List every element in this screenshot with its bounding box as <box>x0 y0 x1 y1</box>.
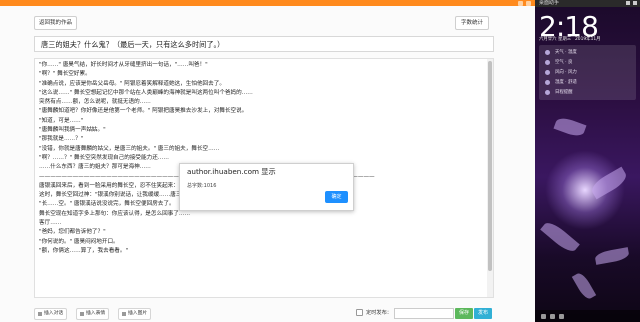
widget-info-line: 空气 · 良 <box>555 60 573 65</box>
widget-bottom-bar <box>535 310 640 322</box>
alert-dialog: author.ihuaben.com 显示 总字数:1016 确定 <box>179 163 354 211</box>
content-scrollbar[interactable] <box>487 59 493 297</box>
wallpaper-petal <box>571 270 597 302</box>
wallpaper-glow <box>545 150 625 230</box>
widget-info-line: 日程提醒 <box>555 90 573 95</box>
insert-dialogue-label: 插入对话 <box>44 311 64 316</box>
insert-image-button[interactable]: 插入图片 <box>118 308 152 320</box>
insert-image-label: 插入图片 <box>128 311 148 316</box>
window-icons <box>518 0 531 6</box>
insert-emoji-button[interactable]: 插入表情 <box>76 308 110 320</box>
insert-dialogue-button[interactable]: 插入对话 <box>34 308 68 320</box>
widget-info-line: 风向 · 风力 <box>555 70 577 75</box>
widget-minimize-icon[interactable] <box>626 1 630 5</box>
emoji-icon <box>80 312 84 316</box>
word-count-button[interactable]: 字数统计 <box>455 16 490 30</box>
content-line: 舞长空现在知道字多上那句：你应该认得，是怎么回事了…… <box>39 210 191 217</box>
insert-emoji-label: 插入表情 <box>86 311 106 316</box>
content-line: 突然有点……额，怎么说呢，就挺无语的…… <box>39 99 151 106</box>
schedule-checkbox[interactable] <box>356 309 363 316</box>
widget-date-right: 2019年11月 <box>575 37 601 42</box>
calendar-icon <box>545 90 550 95</box>
widget-info-panel: 天气 · 温度 空气 · 良 风向 · 风力 湿度 · 舒适 日程提醒 <box>539 45 636 100</box>
widget-menu-icon[interactable] <box>559 313 564 319</box>
widget-settings-icon[interactable] <box>541 313 546 319</box>
content-lines: "你……" 唐昊气结，好长时间才从牙缝里挤出一句话，"……叫爸！" "啊？" 舞… <box>39 61 485 256</box>
widget-info-line: 湿度 · 舒适 <box>555 80 577 85</box>
schedule-time-input[interactable] <box>394 308 454 319</box>
publish-button[interactable]: 发布 <box>474 308 493 319</box>
humidity-icon <box>545 80 550 85</box>
desktop-widget-panel: 桌面助手 2:18 六月廿六 星期三 2019年11月 天气 · 温度 空气 ·… <box>535 0 640 322</box>
wallpaper-petal <box>594 247 630 265</box>
alert-title: author.ihuaben.com 显示 <box>187 167 276 176</box>
chapter-title-input[interactable]: 唐三的姐夫？什么鬼？（最后一天，只有这么多时间了。） <box>34 36 494 52</box>
schedule-publish: 定时发布： <box>356 309 392 316</box>
content-line: "你何说的。" 唐昊闷闷地开口。 <box>39 238 119 245</box>
back-to-works-button[interactable]: 返回我的作品 <box>34 16 78 30</box>
content-line: "爸妈，您们都告诉他了？" <box>39 229 106 236</box>
widget-titlebar: 桌面助手 <box>535 0 640 7</box>
widget-title: 桌面助手 <box>539 0 560 6</box>
content-line: "知道，可是……" <box>39 117 84 124</box>
top-accent-bar <box>0 0 535 6</box>
air-icon <box>545 60 550 65</box>
content-line: 客厅…… <box>39 220 62 227</box>
image-icon <box>122 312 126 316</box>
widget-controls <box>626 1 637 5</box>
widget-date-left: 六月廿六 星期三 <box>539 37 572 42</box>
content-line: "唐舞麟叫我俩一声姑姑。" <box>39 127 106 134</box>
close-icon[interactable] <box>526 0 531 6</box>
editor-area: 返回我的作品 字数统计 唐三的姐夫？什么鬼？（最后一天，只有这么多时间了。） "… <box>0 0 535 322</box>
content-line: "啊？" 舞长空好累。 <box>39 71 91 78</box>
wind-icon <box>545 70 550 75</box>
dialogue-icon <box>38 312 42 316</box>
widget-info-line: 天气 · 温度 <box>555 50 577 55</box>
editor-toolbar: 插入对话 插入表情 插入图片 定时发布： 保存 发布 <box>34 308 494 320</box>
widget-refresh-icon[interactable] <box>550 313 555 319</box>
alert-message: 总字数:1016 <box>187 183 217 189</box>
content-line: "那我就是……？" <box>39 136 84 143</box>
alert-ok-button[interactable]: 确定 <box>325 191 348 203</box>
content-line: "啊？……？" 舞长空突然发现自己的接受能力还…… <box>39 154 169 161</box>
content-line: "这么说……" 舞长空想起记忆中那个站在人类巅峰的海神就是叫这两位叫个爸妈的…… <box>39 89 253 96</box>
content-line: "准确点说，应该是你岳父岳母。" 阿银忍着笑解释道她这，生怕他回去了。 <box>39 80 225 87</box>
content-line: "唐舞麟知道吧？你好像还是他第一个老师。" 阿银把唐昊推去沙发上，对舞长空说。 <box>39 108 248 115</box>
minimize-icon[interactable] <box>518 0 523 6</box>
content-line: "额，你俩这……算了，我去看看。" <box>39 247 129 254</box>
wallpaper-petal <box>553 115 587 139</box>
save-button[interactable]: 保存 <box>455 308 474 319</box>
scroll-thumb[interactable] <box>488 61 492 271</box>
widget-close-icon[interactable] <box>633 1 637 5</box>
content-line: "你……" 唐昊气结，好长时间才从牙缝里挤出一句话，"……叫爸！" <box>39 62 208 68</box>
content-line: "没错，你就是唐舞麟的姑父，是唐三的姐夫。" 唐三的姐夫，舞长空…… <box>39 145 220 152</box>
schedule-label: 定时发布： <box>366 310 392 316</box>
weather-icon <box>545 50 550 55</box>
